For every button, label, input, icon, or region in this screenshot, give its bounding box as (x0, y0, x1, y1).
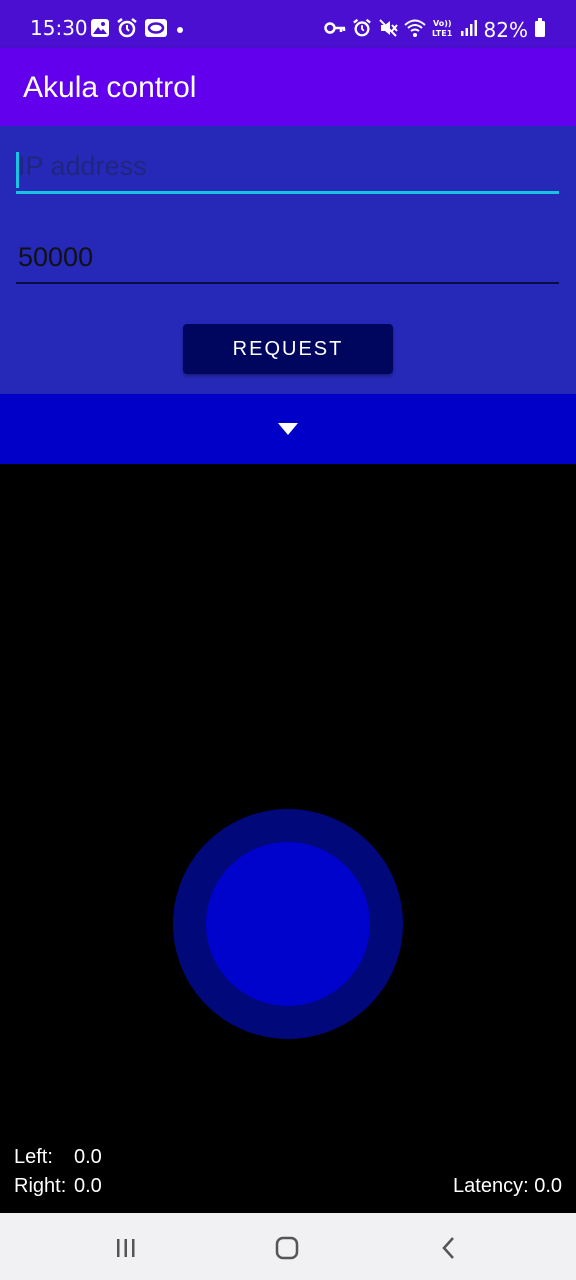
svg-text:LTE1: LTE1 (432, 29, 453, 38)
collapse-toggle-bar[interactable] (0, 394, 576, 464)
left-label: Left: (14, 1146, 53, 1168)
gallery-icon (90, 18, 110, 42)
left-value: 0.0 (74, 1146, 102, 1168)
app-title: Akula control (23, 71, 197, 104)
chevron-down-icon[interactable] (277, 422, 299, 436)
port-input[interactable] (16, 238, 559, 282)
latency-readout: Latency: 0.0 (453, 1175, 562, 1197)
recent-apps-icon (117, 1239, 135, 1257)
signal-icon (460, 18, 478, 42)
status-right-icons: Vo)) LTE1 82% (323, 17, 546, 43)
home-icon (275, 1236, 299, 1260)
battery-icon (534, 18, 546, 42)
mute-icon (378, 18, 398, 42)
status-time: 15:30 (30, 16, 88, 40)
alarm-icon (352, 18, 372, 42)
svg-text:Vo)): Vo)) (433, 19, 452, 28)
dot-icon (174, 21, 186, 40)
recent-apps-button[interactable] (111, 1233, 141, 1263)
joystick-area[interactable]: Left: 0.0 Right: 0.0 Latency: 0.0 (0, 464, 576, 1213)
volte-icon: Vo)) LTE1 (432, 17, 454, 43)
home-button[interactable] (272, 1233, 302, 1263)
vpn-key-icon (323, 20, 346, 40)
port-field[interactable] (16, 238, 559, 284)
wifi-icon (403, 18, 426, 42)
system-nav-bar (0, 1213, 576, 1280)
app-bar: Akula control (0, 48, 576, 126)
back-icon (442, 1237, 454, 1259)
back-button[interactable] (434, 1233, 464, 1263)
joystick-knob[interactable] (206, 842, 370, 1006)
connection-panel: REQUEST (0, 126, 576, 394)
status-left-icons (90, 18, 186, 42)
right-label: Right: (14, 1175, 67, 1197)
right-value: 0.0 (74, 1175, 102, 1197)
ip-address-field[interactable] (16, 148, 559, 194)
battery-percentage: 82% (483, 18, 528, 42)
ip-address-input[interactable] (16, 148, 559, 191)
text-cursor (16, 152, 19, 188)
cast-icon (144, 17, 168, 43)
alarm-icon (116, 17, 138, 43)
request-button[interactable]: REQUEST (183, 324, 393, 374)
